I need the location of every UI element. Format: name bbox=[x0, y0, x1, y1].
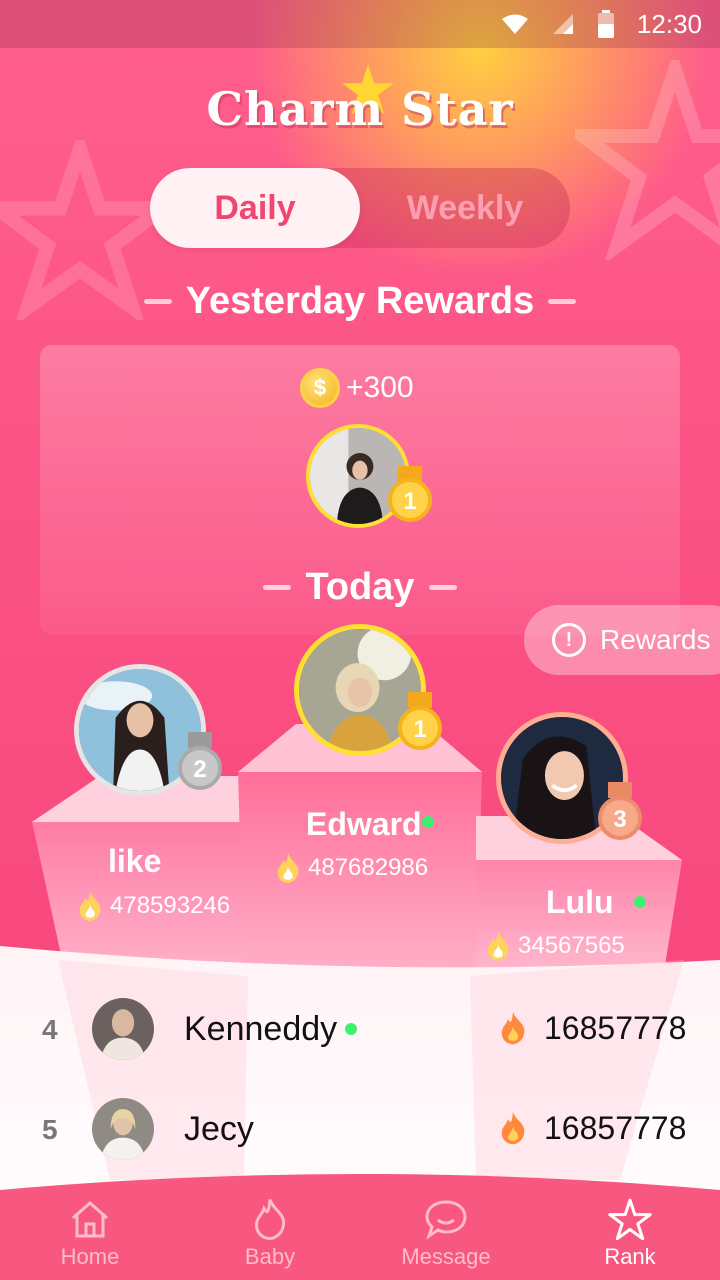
gold-medal-icon: 1 bbox=[398, 692, 442, 750]
nav-home[interactable]: Home bbox=[20, 1198, 160, 1270]
divider bbox=[548, 299, 577, 304]
today-title: Today bbox=[305, 566, 415, 608]
chat-icon bbox=[425, 1200, 467, 1240]
avatar-photo bbox=[92, 998, 154, 1060]
battery-icon bbox=[597, 10, 614, 38]
flame-icon bbox=[501, 1011, 525, 1045]
nav-rank[interactable]: Rank bbox=[560, 1198, 700, 1270]
avatar bbox=[92, 1098, 154, 1160]
third-place-name: Lulu bbox=[546, 884, 614, 920]
online-indicator bbox=[634, 896, 646, 908]
star-icon bbox=[608, 1198, 652, 1240]
nav-message[interactable]: Message bbox=[376, 1198, 516, 1270]
nav-label: Message bbox=[401, 1244, 491, 1269]
reward-amount: $ +300 bbox=[300, 368, 414, 408]
avatar-photo bbox=[92, 1098, 154, 1160]
status-time: 12:30 bbox=[636, 8, 702, 39]
list-name: Kenneddy bbox=[184, 1010, 338, 1048]
divider bbox=[263, 585, 292, 590]
medal-rank: 1 bbox=[403, 488, 416, 515]
wifi-icon bbox=[501, 14, 528, 34]
rewards-button-label: Rewards bbox=[600, 624, 711, 655]
signal-icon bbox=[552, 14, 573, 34]
first-place-name: Edward bbox=[306, 806, 422, 842]
info-icon: ! bbox=[552, 623, 586, 657]
screen: 12:30 Charm Star Daily Weekly Yesterday … bbox=[0, 0, 720, 1280]
online-indicator bbox=[345, 1023, 357, 1035]
divider bbox=[428, 585, 457, 590]
first-place-score: 487682986 bbox=[274, 852, 428, 884]
rank-number: 4 bbox=[42, 1014, 58, 1045]
list-item[interactable]: 4 Kenneddy 16857778 bbox=[0, 998, 720, 1098]
rank-number: 5 bbox=[42, 1114, 58, 1145]
page-title: Charm Star bbox=[206, 82, 514, 136]
tab-weekly[interactable]: Weekly bbox=[360, 168, 570, 248]
online-indicator bbox=[422, 816, 434, 828]
flame-icon bbox=[277, 853, 299, 883]
nav-label: Baby bbox=[244, 1244, 296, 1269]
yesterday-rewards-title: Yesterday Rewards bbox=[185, 280, 535, 322]
second-place-score: 478593246 bbox=[76, 890, 230, 922]
rewards-button[interactable]: ! Rewards bbox=[524, 605, 720, 675]
tab-daily[interactable]: Daily bbox=[150, 168, 360, 248]
nav-label: Rank bbox=[604, 1244, 656, 1269]
nav-baby[interactable]: Baby bbox=[200, 1198, 340, 1270]
medal-rank: 3 bbox=[613, 806, 626, 833]
divider bbox=[143, 299, 172, 304]
medal-rank: 2 bbox=[193, 756, 206, 783]
list-score: 16857778 bbox=[544, 1110, 687, 1146]
coin-icon: $ bbox=[300, 368, 340, 408]
medal-rank: 1 bbox=[413, 716, 426, 743]
period-tabs: Daily Weekly bbox=[150, 168, 570, 248]
yesterday-rewards-heading: Yesterday Rewards bbox=[0, 280, 720, 323]
flame-icon bbox=[79, 891, 101, 921]
home-icon bbox=[72, 1200, 108, 1238]
score-value: 487682986 bbox=[308, 854, 429, 881]
list-score: 16857778 bbox=[544, 1010, 687, 1046]
reward-value: +300 bbox=[346, 371, 414, 404]
score-value: 478593246 bbox=[110, 892, 231, 919]
flame-icon bbox=[254, 1198, 286, 1240]
bronze-medal-icon: 3 bbox=[598, 782, 642, 840]
today-heading: Today bbox=[0, 566, 720, 609]
avatar bbox=[92, 998, 154, 1060]
flame-icon bbox=[501, 1111, 525, 1145]
gold-medal-icon: 1 bbox=[388, 466, 432, 522]
nav-label: Home bbox=[60, 1244, 120, 1269]
status-bar: 12:30 bbox=[0, 0, 720, 48]
second-place-name: like bbox=[108, 843, 162, 879]
silver-medal-icon: 2 bbox=[178, 732, 222, 790]
bottom-nav: Home Baby Message Rank bbox=[0, 1180, 720, 1280]
list-name: Jecy bbox=[184, 1110, 254, 1148]
